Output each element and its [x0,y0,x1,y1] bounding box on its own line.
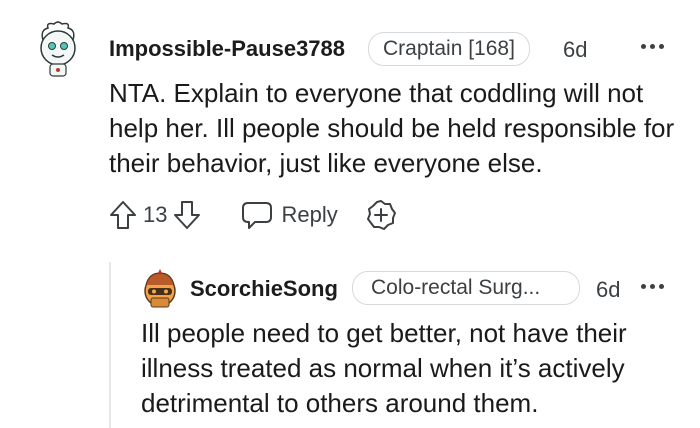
more-dot-icon [659,284,664,289]
reply-user-flair: Colo-rectal Surg... [352,271,580,305]
reply-label: Reply [281,202,338,227]
upvote-arrow-icon [110,201,136,229]
more-dot-icon [650,44,655,49]
reply-username[interactable]: ScorchieSong [190,275,338,303]
award-button[interactable] [364,198,398,232]
snoo-avatar-icon [144,269,176,308]
snoo-avatar-icon [40,21,76,77]
downvote-arrow-icon [174,201,201,229]
award-plus-icon [366,200,396,230]
comment-user-flair: Craptain [168] [368,32,530,66]
more-dot-icon [641,284,646,289]
downvote-button[interactable] [171,198,203,232]
more-dot-icon [659,44,664,49]
comment-timestamp[interactable]: 6d [563,36,587,64]
comment-bubble-icon [242,202,273,229]
reply-body: Ill people need to get better, not have … [141,318,627,418]
comment-actions: 13 Reply [107,198,398,232]
reply-user-avatar[interactable] [141,268,179,310]
vote-count: 13 [143,202,168,227]
more-dot-icon [641,44,646,49]
user-avatar[interactable] [34,18,82,80]
reply-more-options-button[interactable] [641,284,664,289]
reply-button[interactable]: Reply [241,200,338,230]
reply-timestamp[interactable]: 6d [596,276,620,304]
comment-more-options-button[interactable] [641,44,664,49]
thread-line[interactable] [109,262,111,428]
comment-body: NTA. Explain to everyone that coddling w… [109,78,675,178]
more-dot-icon [650,284,655,289]
comment-username[interactable]: Impossible-Pause3788 [109,35,345,63]
upvote-button[interactable] [107,198,139,232]
